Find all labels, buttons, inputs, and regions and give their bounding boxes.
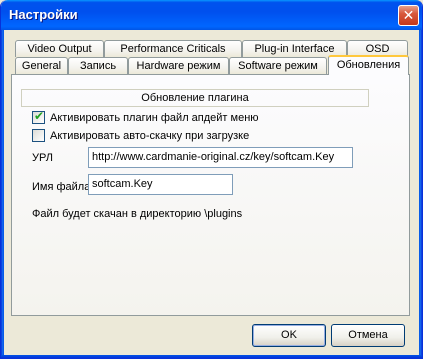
ok-button[interactable]: OK [252,324,326,347]
tab-software-mode[interactable]: Software режим [229,57,327,74]
title-bar[interactable]: Настройки ✕ [1,0,422,30]
window-title: Настройки [9,7,78,22]
cancel-button[interactable]: Отмена [331,324,405,347]
window-frame-bottom [1,355,422,358]
window-frame-left [1,30,4,358]
tab-video-output[interactable]: Video Output [15,40,104,57]
settings-window: Настройки ✕ Video Output Performance Cri… [0,0,423,359]
check-update-label: Активировать плагин файл апдейт меню [50,111,259,124]
check-update-checkbox[interactable]: ✔ [32,109,45,124]
check-autodownload-label: Активировать авто-скачку при загрузке [50,129,250,142]
filename-input[interactable]: softcam.Key [88,174,233,195]
group-title: Обновление плагина [21,89,369,107]
tab-performance-criticals[interactable]: Performance Criticals [104,40,242,57]
tab-updates[interactable]: Обновления [328,55,409,75]
filename-label: Имя файла [32,181,91,193]
tab-general[interactable]: General [15,57,68,74]
close-icon[interactable]: ✕ [398,5,419,26]
window-frame-right [419,30,422,358]
check-autodownload-checkbox[interactable] [32,129,45,142]
check-autodownload-row[interactable]: Активировать авто-скачку при загрузке [32,129,249,142]
check-update-row[interactable]: ✔ Активировать плагин файл апдейт меню [32,109,259,124]
checkmark-icon: ✔ [34,109,45,123]
url-label: УРЛ [32,152,53,164]
download-directory-note: Файл будет скачан в директорию \plugins [32,208,243,220]
tab-recording[interactable]: Запись [68,57,128,74]
url-input[interactable]: http://www.cardmanie-original.cz/key/sof… [88,147,353,168]
tab-hardware-mode[interactable]: Hardware режим [128,57,229,74]
